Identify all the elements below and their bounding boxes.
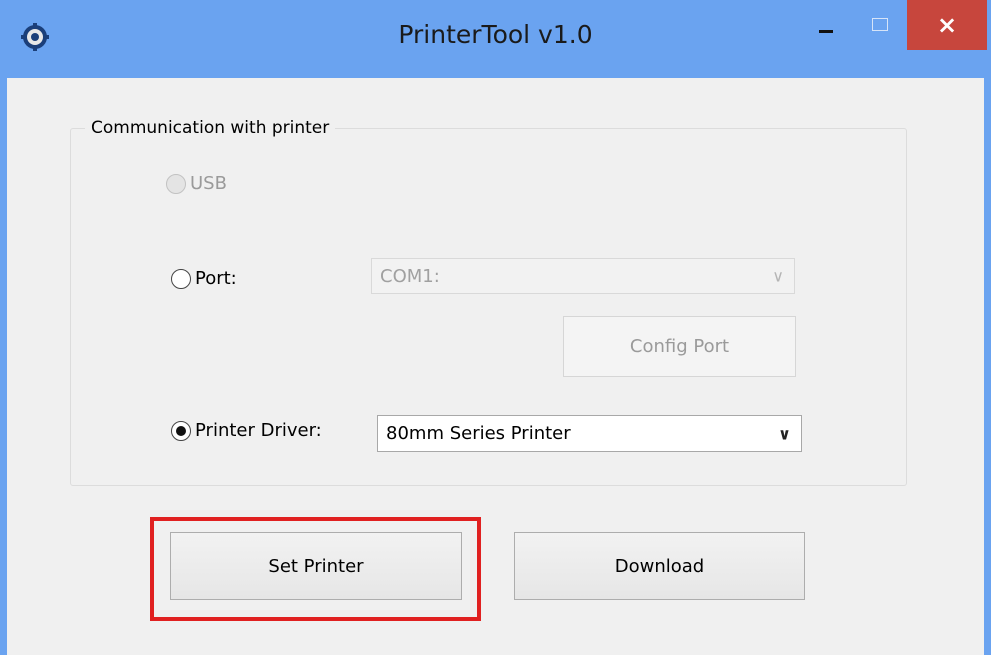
- title-bar[interactable]: PrinterTool v1.0 ×: [0, 0, 991, 78]
- set-printer-button[interactable]: Set Printer: [170, 532, 462, 600]
- config-port-button[interactable]: Config Port: [563, 316, 796, 377]
- maximize-icon: [872, 17, 888, 31]
- chevron-down-icon: ∨: [772, 266, 784, 286]
- driver-label: Printer Driver:: [195, 420, 322, 441]
- chevron-down-icon: ∨: [778, 424, 791, 443]
- port-combo-value: COM1:: [380, 265, 440, 287]
- maximize-button[interactable]: [856, 2, 904, 52]
- printertool-window: PrinterTool v1.0 × Communication with pr…: [0, 0, 991, 655]
- download-label: Download: [614, 555, 705, 577]
- driver-radio[interactable]: [171, 420, 191, 441]
- port-label: Port:: [195, 268, 237, 289]
- minimize-icon: [819, 29, 833, 33]
- driver-combo-value: 80mm Series Printer: [386, 423, 571, 444]
- driver-radio-option[interactable]: Printer Driver:: [171, 420, 322, 441]
- port-combobox[interactable]: COM1: ∨: [371, 258, 795, 294]
- printer-driver-combobox[interactable]: 80mm Series Printer ∨: [377, 415, 802, 452]
- port-radio-option[interactable]: Port:: [171, 268, 237, 289]
- config-port-label: Config Port: [629, 336, 730, 357]
- client-area: Communication with printer USB Port: COM…: [7, 78, 984, 655]
- minimize-button[interactable]: [802, 2, 850, 52]
- download-button[interactable]: Download: [514, 532, 805, 600]
- set-printer-label: Set Printer: [268, 555, 364, 577]
- usb-radio[interactable]: [166, 173, 186, 194]
- usb-label: USB: [190, 173, 227, 194]
- usb-radio-option[interactable]: USB: [166, 173, 227, 194]
- close-button[interactable]: ×: [907, 0, 987, 50]
- groupbox-legend: Communication with printer: [85, 118, 336, 138]
- radio-selected-dot: [176, 425, 186, 436]
- close-icon: ×: [936, 11, 958, 39]
- port-radio[interactable]: [171, 268, 191, 289]
